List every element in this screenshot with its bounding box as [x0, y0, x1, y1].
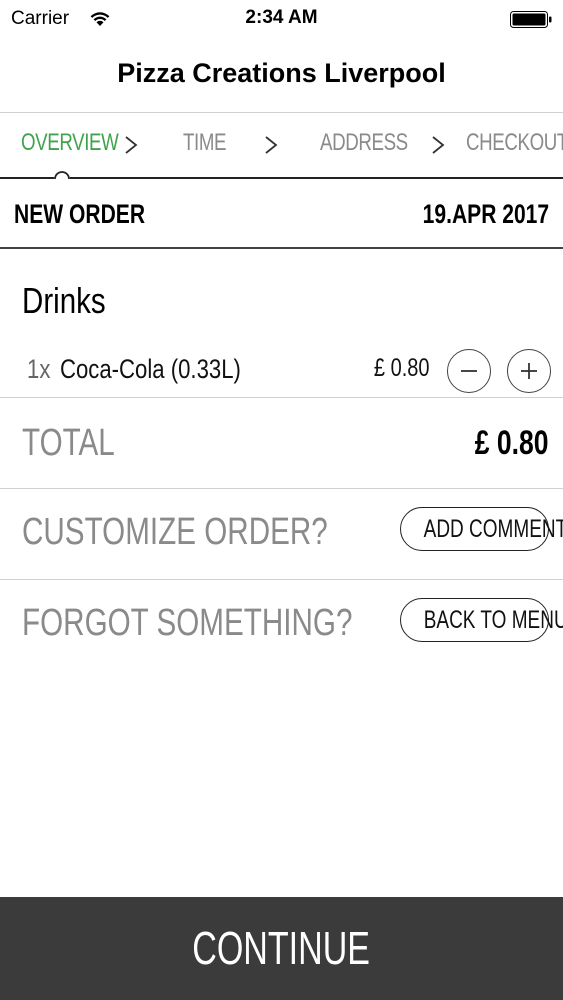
step-address[interactable]: ADDRESS	[320, 129, 408, 157]
item-name: Coca-Cola (0.33L)	[60, 354, 241, 384]
item-quantity: 1x	[27, 354, 51, 384]
decrease-quantity-button[interactable]	[447, 349, 491, 393]
total-row: TOTAL £ 0.80	[0, 398, 563, 489]
add-comment-label: ADD COMMENT	[423, 515, 563, 543]
add-comment-button[interactable]: ADD COMMENT	[400, 507, 563, 551]
battery-icon	[510, 11, 552, 28]
order-date: 19.APR 2017	[422, 199, 549, 229]
continue-button[interactable]: CONTINUE	[0, 897, 563, 1000]
customize-label: CUSTOMIZE ORDER?	[22, 511, 328, 553]
increase-quantity-button[interactable]	[507, 349, 551, 393]
list-item: 1x Coca-Cola (0.33L) £ 0.80	[0, 345, 563, 398]
customize-row: CUSTOMIZE ORDER? ADD COMMENT	[0, 489, 563, 580]
item-price: £ 0.80	[374, 354, 430, 382]
order-header: NEW ORDER 19.APR 2017	[0, 181, 563, 249]
minus-icon	[461, 370, 477, 372]
forgot-row: FORGOT SOMETHING? BACK TO MENU	[0, 580, 563, 671]
checkout-steps: OVERVIEW TIME ADDRESS CHECKOUT	[0, 113, 563, 179]
back-to-menu-button[interactable]: BACK TO MENU	[400, 598, 563, 642]
order-heading: NEW ORDER	[14, 199, 146, 229]
chevron-right-icon	[431, 135, 445, 155]
step-time[interactable]: TIME	[183, 129, 227, 157]
total-value: £ 0.80	[475, 424, 549, 462]
step-checkout[interactable]: CHECKOUT	[466, 129, 563, 157]
clock: 2:34 AM	[245, 7, 318, 28]
continue-label: CONTINUE	[192, 922, 371, 974]
total-label: TOTAL	[22, 422, 115, 464]
plus-icon	[521, 363, 537, 379]
chevron-right-icon	[264, 135, 278, 155]
nav-bar: Pizza Creations Liverpool	[0, 40, 563, 113]
section-title: Drinks	[22, 280, 106, 321]
active-step-indicator	[54, 170, 70, 180]
page-title: Pizza Creations Liverpool	[117, 58, 446, 88]
back-to-menu-label: BACK TO MENU	[423, 606, 563, 634]
status-bar: Carrier 2:34 AM	[0, 0, 563, 40]
chevron-right-icon	[124, 135, 138, 155]
forgot-label: FORGOT SOMETHING?	[22, 602, 353, 644]
step-overview[interactable]: OVERVIEW	[21, 129, 119, 157]
